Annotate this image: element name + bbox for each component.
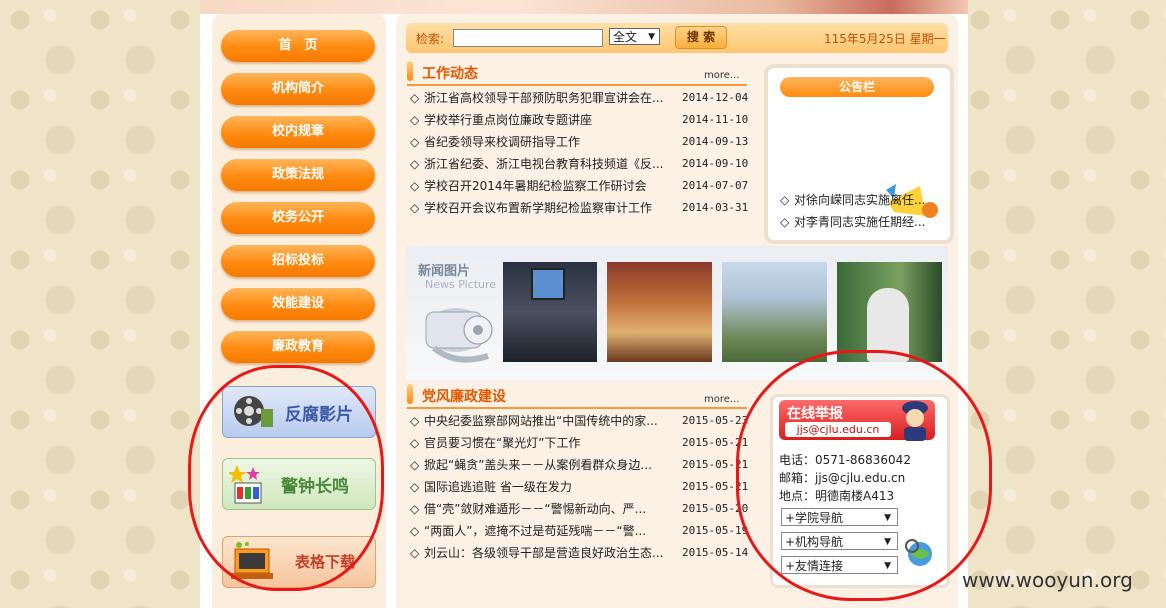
nav-efficiency[interactable]: 效能建设	[221, 288, 375, 320]
watermark: www.wooyun.org	[962, 568, 1133, 592]
list-item-title: 学校举行重点岗位廉政专题讲座	[424, 113, 593, 127]
film-roll-icon	[425, 308, 493, 363]
search-button[interactable]: 搜 索	[675, 26, 727, 49]
list-item[interactable]: ◇ 刘云山：各级领导干部是营造良好政治生态... 2015-05-14	[410, 542, 748, 564]
diamond-bullet-icon: ◇	[410, 480, 420, 494]
diamond-bullet-icon: ◇	[410, 91, 420, 105]
chevron-down-icon: ▼	[648, 32, 655, 42]
diamond-bullet-icon: ◇	[410, 436, 420, 450]
bulletin-title: 公告栏	[780, 77, 934, 97]
diamond-bullet-icon: ◇	[410, 113, 420, 127]
bulletin-item-text: 对徐向嵘同志实施离任...	[794, 193, 926, 207]
list-item[interactable]: ◇ 学校召开2014年暑期纪检监察工作研讨会 2014-07-07	[410, 175, 748, 197]
diamond-bullet-icon: ◇	[410, 157, 420, 171]
work-news-more-link[interactable]: more...	[704, 70, 739, 81]
list-item-date: 2014-11-10	[682, 113, 749, 126]
list-item-title: 官员要习惯在“聚光灯”下工作	[424, 436, 581, 450]
nav-integrity-education[interactable]: 廉政教育	[221, 331, 375, 363]
diamond-bullet-icon: ◇	[410, 502, 420, 516]
screen-shape	[531, 268, 565, 300]
search-scope-select[interactable]: 全文 ▼	[609, 28, 660, 45]
diamond-bullet-icon: ◇	[780, 193, 790, 207]
section-divider	[407, 407, 747, 409]
list-item-title: 掀起“蝇贪”盖头来－－从案例看群众身边...	[424, 458, 652, 472]
list-item-date: 2014-07-07	[682, 179, 749, 192]
bulletin-item[interactable]: ◇ 对徐向嵘同志实施离任...	[780, 189, 930, 211]
diamond-bullet-icon: ◇	[410, 546, 420, 560]
list-item-title: “两面人”，遮掩不过是苟延残喘－－“警...	[424, 524, 647, 538]
nav-about[interactable]: 机构简介	[221, 73, 375, 105]
list-item-title: 省纪委领导来校调研指导工作	[424, 135, 581, 149]
list-item[interactable]: ◇ 浙江省纪委、浙江电视台教育科技频道《反... 2014-09-10	[410, 153, 748, 175]
top-header-strip	[200, 0, 968, 14]
news-photo-speaker[interactable]	[837, 262, 942, 362]
diamond-bullet-icon: ◇	[410, 524, 420, 538]
list-item[interactable]: ◇ 学校举行重点岗位廉政专题讲座 2014-11-10	[410, 109, 748, 131]
news-pictures-subtitle: News Picture	[425, 278, 497, 291]
nav-home[interactable]: 首 页	[221, 30, 375, 62]
list-item-title: 学校召开2014年暑期纪检监察工作研讨会	[424, 179, 647, 193]
list-item-date: 2015-05-14	[682, 546, 749, 559]
bulletin-item[interactable]: ◇ 对李青同志实施任期经...	[780, 211, 930, 233]
annotation-circle-left	[188, 365, 384, 591]
nav-affairs[interactable]: 校务公开	[221, 202, 375, 234]
diamond-bullet-icon: ◇	[410, 201, 420, 215]
list-item[interactable]: ◇ 中央纪委监察部网站推出“中国传统中的家... 2015-05-23	[410, 410, 748, 432]
list-item[interactable]: ◇ 国际追逃追赃 省一级在发力 2015-05-21	[410, 476, 748, 498]
list-item[interactable]: ◇ 官员要习惯在“聚光灯”下工作 2015-05-21	[410, 432, 748, 454]
list-item-title: 浙江省纪委、浙江电视台教育科技频道《反...	[424, 157, 664, 171]
diamond-bullet-icon: ◇	[410, 179, 420, 193]
diamond-bullet-icon: ◇	[410, 414, 420, 428]
list-item-date: 2014-03-31	[682, 201, 749, 214]
diamond-bullet-icon: ◇	[780, 215, 790, 229]
section-divider	[407, 84, 747, 86]
news-photo-meeting[interactable]	[503, 262, 597, 362]
diamond-bullet-icon: ◇	[410, 135, 420, 149]
nav-policies[interactable]: 政策法规	[221, 159, 375, 191]
list-item[interactable]: ◇ 省纪委领导来校调研指导工作 2014-09-13	[410, 131, 748, 153]
news-photo-visit[interactable]	[607, 262, 712, 362]
list-item-date: 2015-05-23	[682, 414, 749, 427]
list-item-title: 刘云山：各级领导干部是营造良好政治生态...	[424, 546, 664, 560]
list-item-date: 2014-09-13	[682, 135, 749, 148]
list-item[interactable]: ◇ “两面人”，遮掩不过是苟延残喘－－“警... 2015-05-19	[410, 520, 748, 542]
work-news-title: 工作动态	[422, 66, 478, 82]
list-item[interactable]: ◇ 借“壳”敛财难遁形－－“警惕新动向、严... 2015-05-20	[410, 498, 748, 520]
diamond-bullet-icon: ◇	[410, 458, 420, 472]
list-item[interactable]: ◇ 掀起“蝇贪”盖头来－－从案例看群众身边... 2015-05-21	[410, 454, 748, 476]
list-item-title: 国际追逃追赃 省一级在发力	[424, 480, 572, 494]
list-item-title: 借“壳”敛财难遁形－－“警惕新动向、严...	[424, 502, 647, 516]
news-pictures-title: 新闻图片	[418, 264, 471, 279]
list-item-title: 中央纪委监察部网站推出“中国传统中的家...	[424, 414, 658, 428]
bulletin-item-text: 对李青同志实施任期经...	[794, 215, 926, 229]
search-label: 检索:	[416, 32, 445, 46]
section-marker	[407, 384, 413, 404]
list-item-date: 2014-12-04	[682, 91, 749, 104]
list-item-title: 学校召开会议布置新学期纪检监察审计工作	[424, 201, 653, 215]
search-input[interactable]	[453, 29, 603, 47]
list-item-date: 2014-09-10	[682, 157, 749, 170]
section-marker	[407, 61, 413, 81]
integrity-title: 党风廉政建设	[422, 389, 506, 405]
list-item[interactable]: ◇ 浙江省高校领导干部预防职务犯罪宣讲会在... 2014-12-04	[410, 87, 748, 109]
news-photo-campus[interactable]	[722, 262, 827, 362]
current-date: 115年5月25日 星期一	[824, 32, 946, 46]
list-item-date: 2015-05-19	[682, 524, 749, 537]
list-item[interactable]: ◇ 学校召开会议布置新学期纪检监察审计工作 2014-03-31	[410, 197, 748, 219]
annotation-circle-right	[736, 350, 992, 601]
integrity-more-link[interactable]: more...	[704, 394, 739, 405]
search-scope-value: 全文	[613, 30, 638, 44]
nav-regulations[interactable]: 校内规章	[221, 116, 375, 148]
nav-bidding[interactable]: 招标投标	[221, 245, 375, 277]
list-item-title: 浙江省高校领导干部预防职务犯罪宣讲会在...	[424, 91, 664, 105]
